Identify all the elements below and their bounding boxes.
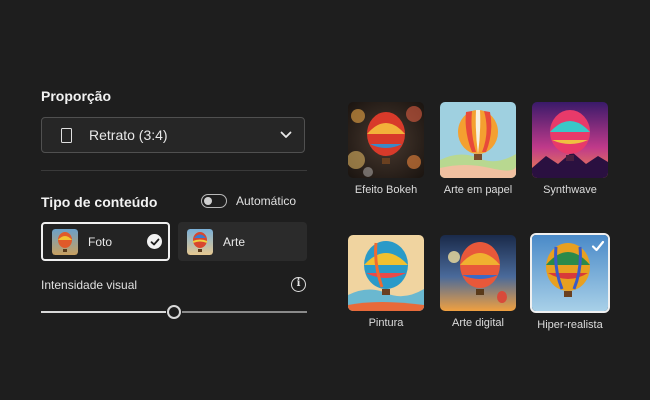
visual-intensity-slider[interactable]: [41, 305, 307, 319]
art-thumbnail: [187, 228, 213, 255]
toggle-knob: [203, 196, 212, 205]
style-label: Arte em papel: [443, 184, 513, 196]
info-icon[interactable]: i: [291, 277, 306, 292]
checkmark-icon: [147, 234, 162, 249]
section-divider: [41, 170, 307, 171]
style-label: Synthwave: [543, 184, 597, 196]
style-tile-synthwave[interactable]: Synthwave: [532, 102, 608, 196]
aspect-ratio-value: Retrato (3:4): [89, 127, 168, 143]
content-type-photo-label: Foto: [88, 234, 113, 249]
painting-balloon-image: [348, 235, 424, 311]
style-tile-paper-art[interactable]: Arte em papel: [440, 102, 516, 196]
style-thumbnail: [440, 102, 516, 178]
chevron-down-icon: [280, 131, 292, 138]
photo-thumbnail: [52, 228, 78, 255]
checkmark-icon: [590, 238, 605, 253]
paper-balloon-image: [440, 102, 516, 178]
aspect-ratio-dropdown[interactable]: Retrato (3:4): [41, 117, 305, 153]
style-thumbnail: [530, 233, 610, 313]
style-tile-hyper-realistic[interactable]: Hiper-realista: [530, 233, 610, 331]
style-thumbnail: [348, 102, 424, 178]
style-label: Hiper-realista: [537, 319, 603, 331]
auto-toggle[interactable]: [201, 194, 227, 208]
slider-thumb[interactable]: [167, 305, 181, 319]
style-label: Arte digital: [452, 317, 504, 329]
bokeh-balloon-image: [348, 102, 424, 178]
style-thumbnail: [532, 102, 608, 178]
content-type-photo[interactable]: Foto: [41, 222, 170, 261]
style-thumbnail: [440, 235, 516, 311]
digital-art-balloon-image: [440, 235, 516, 311]
style-tile-painting[interactable]: Pintura: [348, 235, 424, 329]
content-type-heading: Tipo de conteúdo: [41, 194, 158, 210]
style-thumbnail: [348, 235, 424, 311]
aspect-heading: Proporção: [41, 88, 112, 104]
auto-toggle-label[interactable]: Automático: [236, 194, 296, 208]
synthwave-balloon-image: [532, 102, 608, 178]
content-type-art-label: Arte: [223, 234, 246, 249]
content-type-art[interactable]: Arte: [178, 222, 307, 261]
style-tile-digital-art[interactable]: Arte digital: [440, 235, 516, 329]
slider-rest: [182, 311, 307, 313]
portrait-icon: [61, 127, 72, 143]
style-tile-bokeh[interactable]: Efeito Bokeh: [348, 102, 424, 196]
style-label: Pintura: [368, 317, 404, 329]
slider-fill: [41, 311, 166, 313]
visual-intensity-label: Intensidade visual: [41, 278, 138, 292]
style-label: Efeito Bokeh: [354, 184, 418, 196]
